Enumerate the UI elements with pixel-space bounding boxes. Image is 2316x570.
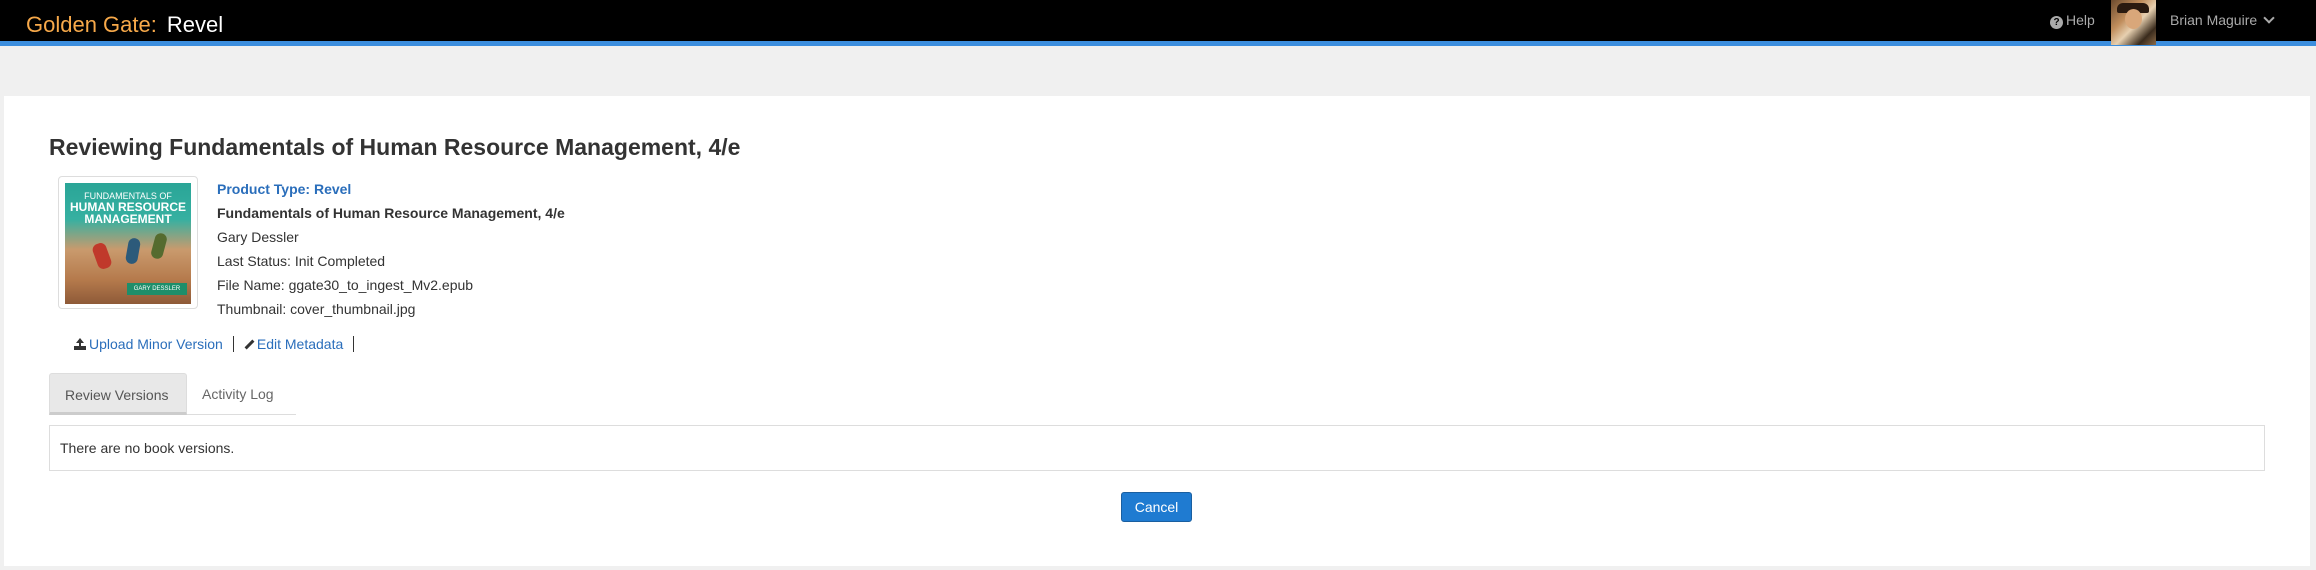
user-menu[interactable]: Brian Maguire (2170, 12, 2275, 28)
book-cover-image: FUNDAMENTALS OF HUMAN RESOURCE MANAGEMEN… (65, 183, 191, 304)
avatar[interactable] (2111, 0, 2156, 45)
book-cover-thumbnail: FUNDAMENTALS OF HUMAN RESOURCE MANAGEMEN… (58, 176, 198, 309)
pencil-icon (244, 339, 255, 350)
edit-label: Edit Metadata (256, 336, 344, 352)
top-navbar: Golden Gate: Revel ? Help Brian Maguire (0, 0, 2316, 46)
book-metadata: Product Type: Revel Fundamentals of Huma… (217, 180, 565, 324)
cover-text-title: HUMAN RESOURCE MANAGEMENT (69, 200, 186, 226)
cover-figure (124, 237, 142, 265)
last-status: Last Status: Init Completed (217, 253, 386, 269)
thumbnail-name: Thumbnail: cover_thumbnail.jpg (217, 301, 416, 317)
help-label: Help (2066, 12, 2095, 28)
chevron-down-icon (2263, 12, 2275, 24)
book-author: Gary Dessler (217, 229, 299, 245)
upload-label: Upload Minor Version (89, 336, 223, 352)
cancel-button[interactable]: Cancel (1121, 492, 1192, 522)
divider (232, 336, 234, 352)
user-name: Brian Maguire (2170, 12, 2258, 28)
help-link[interactable]: ? Help (2050, 12, 2095, 29)
tab-review-versions[interactable]: Review Versions (49, 373, 187, 415)
upload-icon (74, 338, 86, 350)
main-panel: Reviewing Fundamentals of Human Resource… (4, 96, 2310, 566)
page-title: Reviewing Fundamentals of Human Resource… (49, 134, 741, 160)
avatar-face (2125, 9, 2142, 29)
question-circle-icon: ? (2050, 16, 2063, 29)
tab-bar: Review Versions Activity Log (49, 373, 296, 415)
cover-figure (149, 231, 169, 261)
brand-primary: Golden Gate: (26, 12, 157, 37)
product-type: Product Type: Revel (217, 181, 352, 197)
cover-author-band: GARY DESSLER (127, 283, 187, 295)
upload-minor-version-link[interactable]: Upload Minor Version (74, 336, 223, 352)
action-links: Upload Minor Version Edit Metadata (74, 336, 364, 352)
versions-panel: There are no book versions. (49, 425, 2265, 471)
file-name: File Name: ggate30_to_ingest_Mv2.epub (217, 277, 474, 293)
brand-secondary: Revel (166, 12, 224, 37)
empty-message: There are no book versions. (60, 440, 235, 456)
edit-metadata-link[interactable]: Edit Metadata (244, 336, 343, 352)
brand-logo[interactable]: Golden Gate: Revel (26, 12, 223, 38)
book-title: Fundamentals of Human Resource Managemen… (217, 205, 565, 221)
tab-activity-log[interactable]: Activity Log (187, 373, 296, 415)
divider (353, 336, 355, 352)
cover-figure (90, 241, 114, 271)
